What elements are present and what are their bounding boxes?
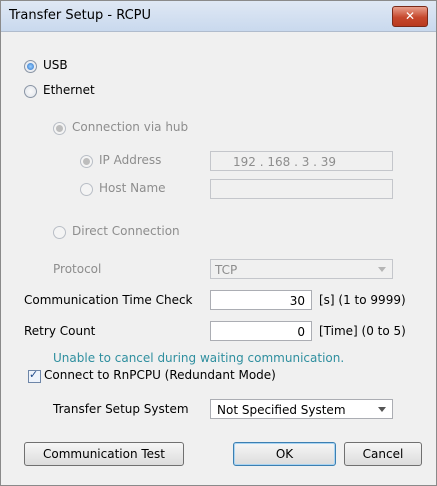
protocol-value: TCP (215, 263, 238, 277)
protocol-select[interactable]: TCP (210, 259, 393, 279)
transfer-system-select[interactable]: Not Specified System (210, 399, 393, 419)
protocol-label: Protocol (53, 262, 102, 276)
connection-via-hub-label: Connection via hub (72, 120, 189, 134)
ethernet-radio[interactable] (24, 85, 37, 98)
communication-test-button[interactable]: Communication Test (24, 442, 184, 466)
ip-address-field[interactable]: 192 . 168 . 3 . 39 (210, 151, 393, 171)
usb-label: USB (43, 58, 68, 72)
transfer-system-label: Transfer Setup System (53, 402, 189, 416)
title-bar: Transfer Setup - RCPU ✕ (1, 1, 436, 32)
transfer-setup-dialog: Transfer Setup - RCPU ✕ USB Ethernet Con… (0, 0, 437, 486)
direct-connection-label: Direct Connection (72, 224, 180, 238)
redundant-mode-checkbox[interactable] (28, 368, 41, 383)
ip-address-value: 192 . 168 . 3 . 39 (233, 155, 337, 169)
retry-count-label: Retry Count (24, 324, 96, 338)
ip-address-label: IP Address (99, 153, 162, 167)
comm-time-check-label: Communication Time Check (24, 293, 193, 307)
chevron-down-icon (378, 407, 386, 412)
comm-time-check-value: 30 (289, 294, 305, 308)
usb-radio[interactable] (24, 60, 37, 73)
comm-time-check-unit: [s] (1 to 9999) (319, 293, 406, 307)
comm-time-check-input[interactable]: 30 (210, 290, 312, 310)
close-button[interactable]: ✕ (392, 6, 428, 27)
retry-count-input[interactable]: 0 (210, 321, 312, 341)
window-title: Transfer Setup - RCPU (9, 8, 152, 23)
ethernet-label: Ethernet (43, 83, 95, 97)
host-name-field[interactable] (210, 179, 393, 199)
close-icon: ✕ (404, 9, 416, 23)
connection-via-hub-radio[interactable] (53, 122, 66, 135)
ip-address-radio[interactable] (80, 155, 93, 168)
direct-connection-radio[interactable] (53, 226, 66, 239)
redundant-mode-label: Connect to RnPCPU (Redundant Mode) (44, 368, 276, 382)
retry-count-unit: [Time] (0 to 5) (319, 324, 406, 338)
transfer-system-value: Not Specified System (217, 403, 346, 417)
chevron-down-icon (378, 267, 386, 272)
retry-count-value: 0 (297, 325, 305, 339)
host-name-radio[interactable] (80, 183, 93, 196)
cancel-button[interactable]: Cancel (344, 442, 422, 466)
host-name-label: Host Name (99, 181, 166, 195)
cancel-note: Unable to cancel during waiting communic… (53, 351, 345, 365)
ok-button[interactable]: OK (233, 442, 336, 466)
